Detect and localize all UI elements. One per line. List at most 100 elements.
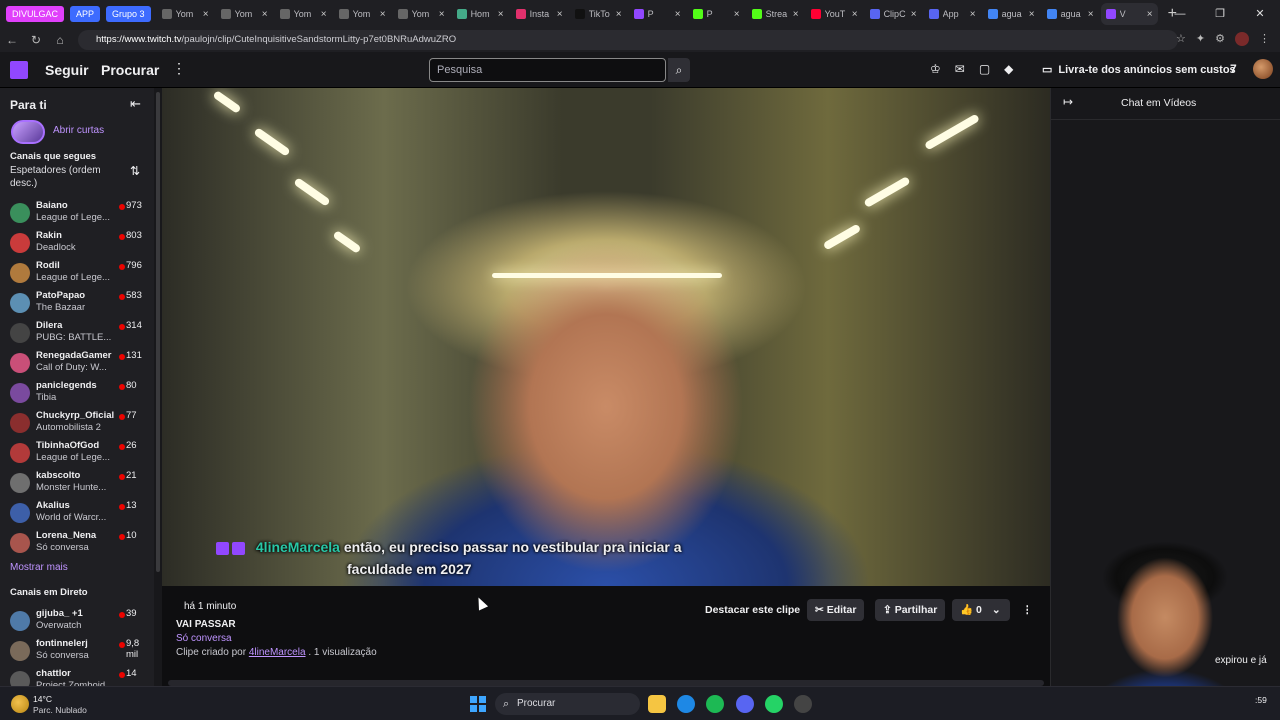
edge-icon[interactable] (677, 695, 695, 713)
close-tab-icon[interactable]: × (203, 9, 209, 20)
browser-tab[interactable]: V × (1100, 3, 1158, 25)
collapse-chat-icon[interactable]: ↦ (1063, 95, 1073, 109)
close-tab-icon[interactable]: × (262, 9, 268, 20)
sidebar-channel[interactable]: Rodil League of Lege... 796 (10, 260, 150, 290)
close-window-icon[interactable]: ✕ (1240, 0, 1280, 28)
browser-tab[interactable]: App × (924, 3, 981, 25)
browser-tab[interactable]: Hom × (452, 3, 509, 25)
bookmark-star-icon[interactable]: ☆ (1176, 32, 1186, 46)
settings-icon[interactable] (794, 695, 812, 713)
close-tab-icon[interactable]: × (380, 9, 386, 20)
discord-icon[interactable] (736, 695, 754, 713)
sidebar-channel[interactable]: fontinnelerj Só conversa 9,8 mil (10, 638, 150, 668)
ad-free-button[interactable]: ▭ Livra-te dos anúncios sem custos (1042, 60, 1242, 80)
browser-tab[interactable]: agua × (1042, 3, 1099, 25)
minimize-icon[interactable]: — (1160, 0, 1200, 28)
tab-group[interactable]: Grupo 3 (106, 6, 151, 22)
browser-tab[interactable]: Yom × (334, 3, 391, 25)
close-tab-icon[interactable]: × (970, 9, 976, 20)
like-button[interactable]: 👍 0 ⌄ (952, 599, 1010, 621)
weather-icon[interactable] (11, 695, 29, 713)
start-icon[interactable] (470, 696, 486, 712)
shorts-avatar[interactable] (11, 120, 45, 144)
close-tab-icon[interactable]: × (852, 9, 858, 20)
close-tab-icon[interactable]: × (1147, 9, 1153, 20)
home-icon[interactable]: ⌂ (48, 33, 72, 47)
browser-tab[interactable]: agua × (983, 3, 1040, 25)
browser-tab[interactable]: P × (688, 3, 745, 25)
tab-group[interactable]: DIVULGAC (6, 6, 65, 22)
whatsapp-icon[interactable] (765, 695, 783, 713)
chevron-down-icon[interactable]: ⌄ (992, 604, 1001, 616)
sidebar-channel[interactable]: Baiano League of Lege... 973 (10, 200, 150, 230)
extensions-icon[interactable]: ✦ (1196, 32, 1205, 46)
menu-dots-icon[interactable]: ⋮ (1259, 32, 1270, 46)
url-bar[interactable]: https://www.twitch.tv/paulojn/clip/CuteI… (78, 30, 1178, 50)
close-tab-icon[interactable]: × (793, 9, 799, 20)
search-icon[interactable]: ⌕ (668, 58, 690, 82)
open-shorts-link[interactable]: Abrir curtas (53, 125, 104, 136)
browser-tab[interactable]: TikTo × (570, 3, 627, 25)
sidebar-channel[interactable]: paniclegends Tibia 80 (10, 380, 150, 410)
sidebar-channel[interactable]: PatoPapao The Bazaar 583 (10, 290, 150, 320)
bits-icon[interactable]: ◆ (1004, 62, 1013, 76)
browser-tab[interactable]: Insta × (511, 3, 568, 25)
profile-avatar[interactable] (1235, 32, 1249, 46)
file-explorer-icon[interactable] (648, 695, 666, 713)
browser-tab[interactable]: Yom × (216, 3, 273, 25)
sidebar-scrollbar[interactable] (154, 88, 162, 686)
sidebar-channel[interactable]: gijuba_ +1 Overwatch 39 (10, 608, 150, 638)
browser-tab[interactable]: YouT × (806, 3, 863, 25)
tab-group[interactable]: APP (70, 6, 101, 22)
nav-browse[interactable]: Procurar (101, 62, 159, 78)
sidebar-channel[interactable]: chattlor Project Zomboid 14 (10, 668, 150, 686)
browser-tab[interactable]: Strea × (747, 3, 804, 25)
turbo-icon[interactable]: 7 (1230, 62, 1237, 76)
browser-tab[interactable]: Yom × (157, 3, 214, 25)
close-tab-icon[interactable]: × (616, 9, 622, 20)
close-tab-icon[interactable]: × (1029, 9, 1035, 20)
prime-crown-icon[interactable]: ♔ (930, 62, 941, 76)
maximize-icon[interactable]: ❐ (1200, 0, 1240, 28)
browser-tab[interactable]: Yom × (275, 3, 332, 25)
browser-tab[interactable]: Yom × (393, 3, 450, 25)
browser-tab[interactable]: P × (629, 3, 686, 25)
user-avatar[interactable] (1253, 59, 1273, 79)
profile-switch-icon[interactable]: ⚙ (1215, 32, 1225, 46)
sidebar-channel[interactable]: Akalius World of Warcr... 13 (10, 500, 150, 530)
clip-category-link[interactable]: Só conversa (176, 633, 232, 644)
twitch-logo-icon[interactable] (10, 61, 28, 79)
clip-creator-link[interactable]: 4lineMarcela (249, 647, 306, 658)
show-more-link[interactable]: Mostrar mais (10, 562, 68, 573)
reload-icon[interactable]: ↻ (24, 33, 48, 47)
close-tab-icon[interactable]: × (911, 9, 917, 20)
sidebar-channel[interactable]: kabscolto Monster Hunte... 21 (10, 470, 150, 500)
close-tab-icon[interactable]: × (734, 9, 740, 20)
sidebar-channel[interactable]: Dilera PUBG: BATTLE... 314 (10, 320, 150, 350)
feature-clip-button[interactable]: Destacar este clipe (697, 599, 808, 621)
close-tab-icon[interactable]: × (498, 9, 504, 20)
nav-following[interactable]: Seguir (45, 62, 89, 78)
edit-button[interactable]: ✂ Editar (807, 599, 865, 621)
inbox-icon[interactable]: ✉ (955, 62, 965, 76)
close-tab-icon[interactable]: × (439, 9, 445, 20)
share-button[interactable]: ⇪ Partilhar (875, 599, 946, 621)
close-tab-icon[interactable]: × (1088, 9, 1094, 20)
close-tab-icon[interactable]: × (675, 9, 681, 20)
sidebar-channel[interactable]: RenegadaGamer Call of Duty: W... 131 (10, 350, 150, 380)
close-tab-icon[interactable]: × (321, 9, 327, 20)
more-dots-icon[interactable]: ⋮ (172, 60, 186, 77)
sidebar-channel[interactable]: Rakin Deadlock 803 (10, 230, 150, 260)
browser-tab[interactable]: ClipC × (865, 3, 922, 25)
sidebar-channel[interactable]: TibinhaOfGod League of Lege... 26 (10, 440, 150, 470)
collapse-sidebar-icon[interactable]: ⇤ (130, 96, 141, 112)
sidebar-channel[interactable]: Chuckyrp_Oficial Automobilista 2 77 (10, 410, 150, 440)
sort-toggle-icon[interactable]: ⇅ (130, 164, 140, 178)
spotify-icon[interactable] (706, 695, 724, 713)
back-icon[interactable]: ← (0, 33, 24, 47)
sidebar-channel[interactable]: Lorena_Nena Só conversa 10 (10, 530, 150, 560)
close-tab-icon[interactable]: × (557, 9, 563, 20)
search-input[interactable]: Pesquisa (429, 58, 666, 82)
video-player[interactable] (162, 88, 1050, 586)
taskbar-search[interactable]: Procurar (495, 693, 640, 715)
